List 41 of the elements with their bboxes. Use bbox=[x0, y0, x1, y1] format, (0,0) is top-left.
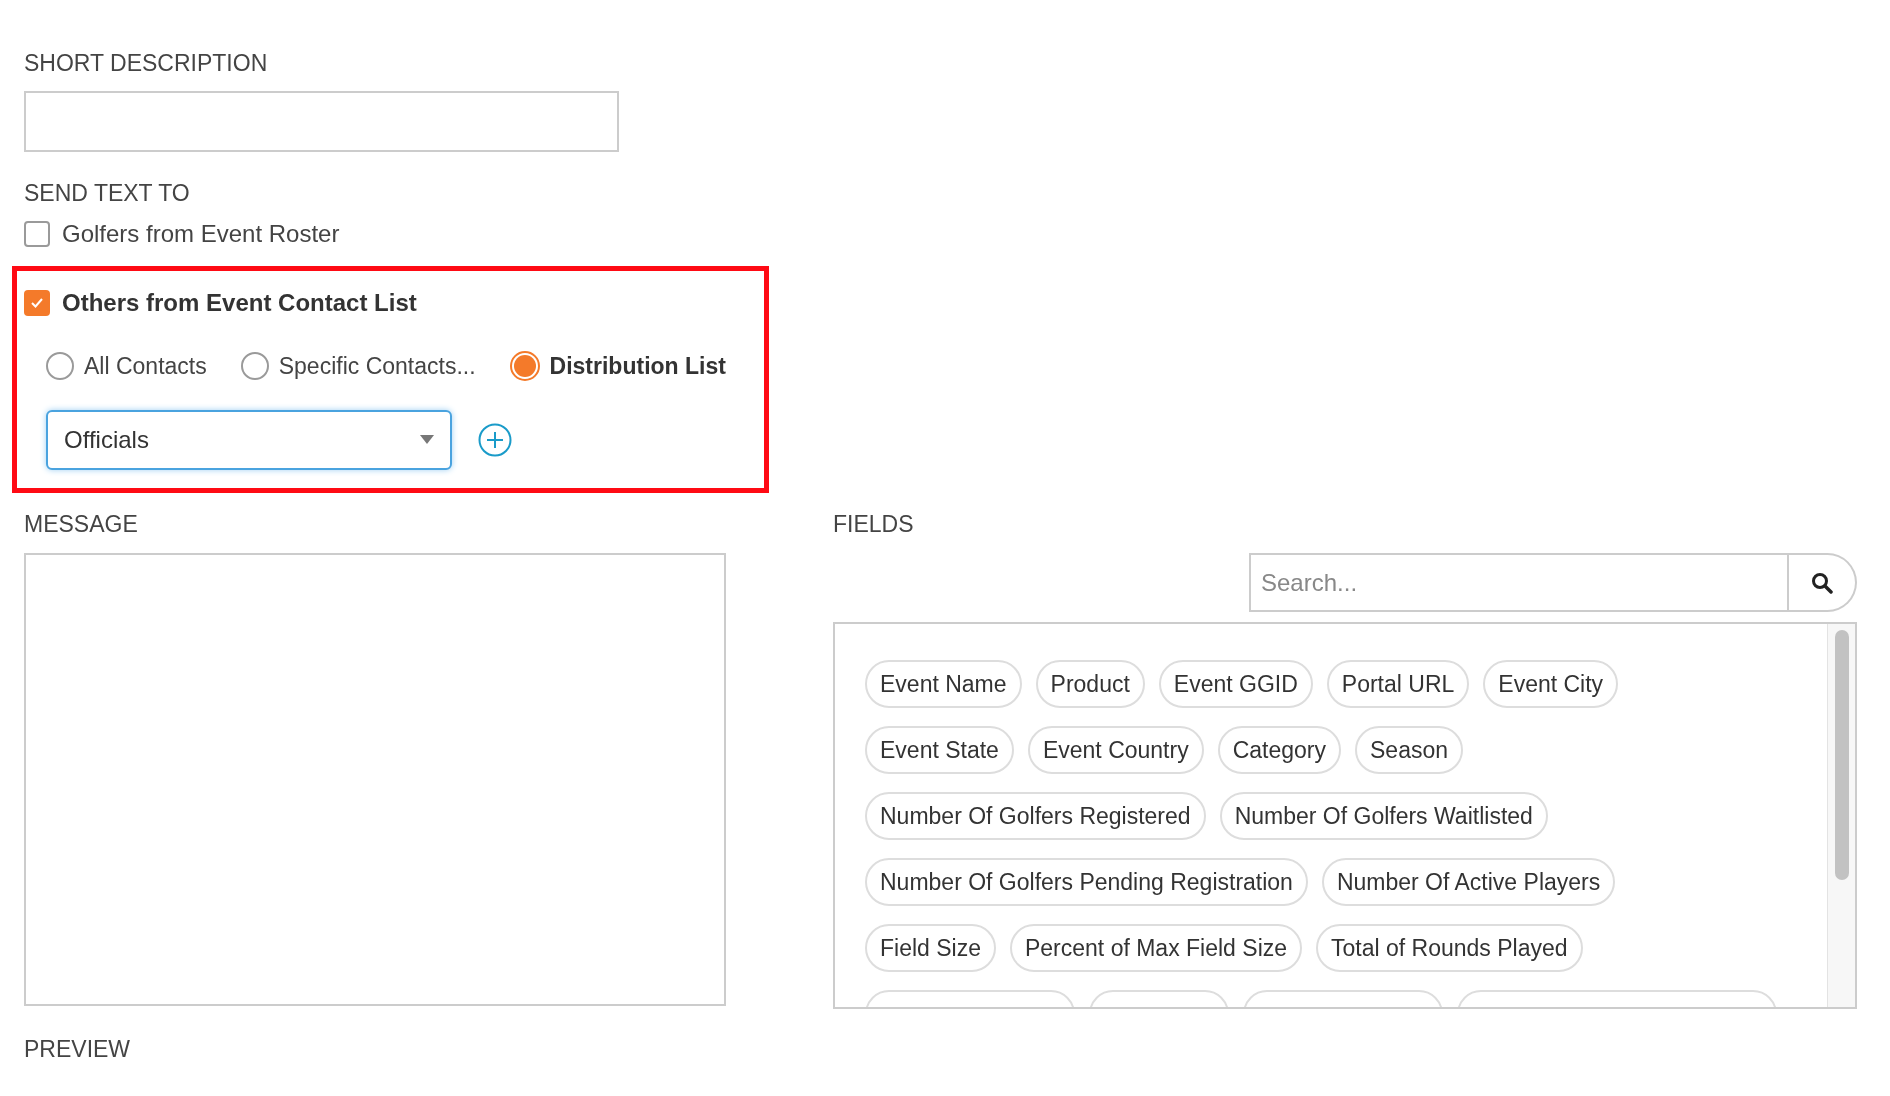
field-tag[interactable]: Event GGID bbox=[1158, 660, 1313, 708]
checkbox[interactable] bbox=[24, 221, 50, 247]
add-icon[interactable] bbox=[478, 422, 512, 457]
checkbox-label: Others from Event Contact List bbox=[62, 288, 417, 318]
scrollbar-thumb[interactable] bbox=[1834, 630, 1849, 880]
search-icon bbox=[1811, 571, 1833, 594]
field-tag[interactable]: Total of Rounds Played bbox=[1316, 924, 1583, 972]
checkbox-label: Golfers from Event Roster bbox=[62, 219, 340, 249]
field-tag[interactable]: Category bbox=[1217, 726, 1341, 774]
distribution-list-dropdown[interactable]: Officials bbox=[46, 409, 452, 470]
radio-button[interactable] bbox=[46, 352, 74, 381]
field-tag[interactable]: Number Of Golfers Waitlisted bbox=[1219, 792, 1548, 840]
radio-label: Specific Contacts... bbox=[278, 352, 476, 381]
radio-button[interactable] bbox=[240, 352, 269, 381]
field-tag[interactable]: Event City bbox=[1483, 660, 1619, 708]
section-label: SEND TEXT TO bbox=[24, 178, 191, 208]
search-button[interactable] bbox=[1789, 553, 1857, 612]
field-tag[interactable]: Percent of Max Field Size bbox=[1010, 924, 1303, 972]
checkmark-icon bbox=[30, 297, 44, 309]
radio-label: Distribution List bbox=[549, 352, 726, 381]
field-tag[interactable]: Portal URL bbox=[1326, 660, 1470, 708]
field-tag[interactable]: Event State bbox=[865, 726, 1014, 774]
field-tag[interactable]: Product bbox=[1035, 660, 1145, 708]
field-tag[interactable]: Number Of Active Players bbox=[1321, 858, 1616, 906]
section-label: FIELDS bbox=[833, 509, 915, 539]
field-tag[interactable]: Event Name bbox=[865, 660, 1022, 708]
section-label: PREVIEW bbox=[24, 1035, 132, 1064]
short-description-input[interactable] bbox=[24, 90, 619, 152]
search-field[interactable]: Search... bbox=[1249, 553, 1789, 612]
field-tag[interactable]: Number Of Golfers Pending Registration bbox=[865, 858, 1308, 906]
field-tag[interactable]: Season bbox=[1355, 726, 1463, 774]
field-tag[interactable]: Field Size bbox=[865, 924, 996, 972]
radio-button[interactable] bbox=[509, 351, 540, 382]
field-tag[interactable]: Event Country bbox=[1027, 726, 1204, 774]
section-label: SHORT DESCRIPTION bbox=[24, 49, 269, 78]
section-label: MESSAGE bbox=[24, 509, 139, 539]
checkbox[interactable] bbox=[24, 290, 50, 316]
radio-label: All Contacts bbox=[84, 352, 207, 381]
message-input[interactable] bbox=[24, 553, 726, 1006]
field-tag[interactable]: Number Of Golfers Registered bbox=[865, 792, 1206, 840]
caret-icon bbox=[420, 435, 434, 444]
